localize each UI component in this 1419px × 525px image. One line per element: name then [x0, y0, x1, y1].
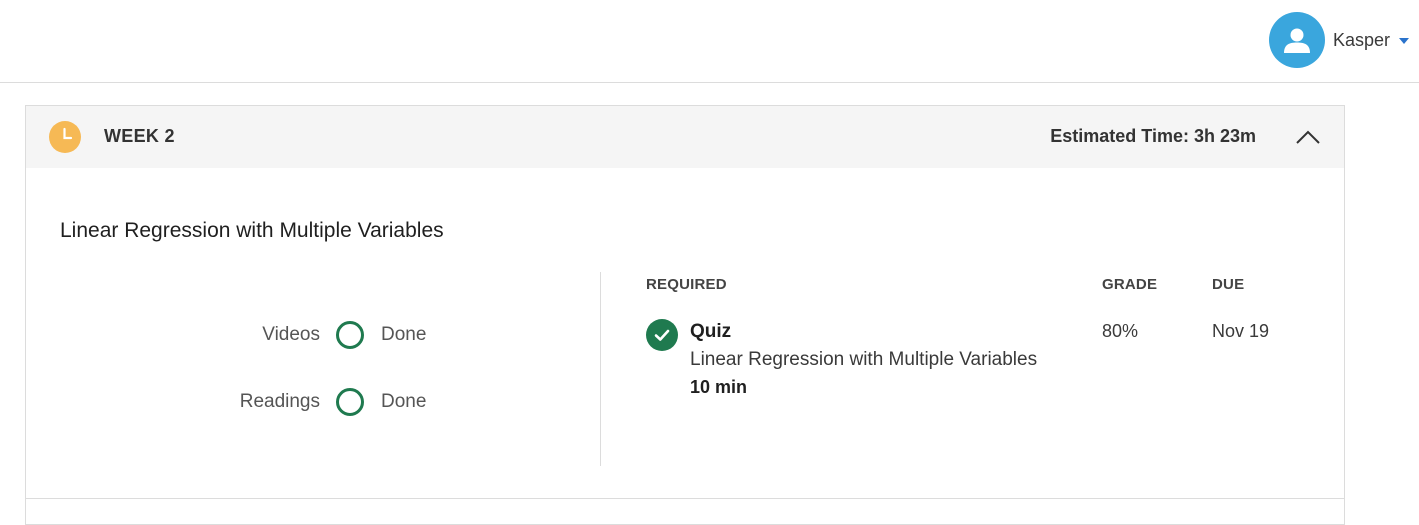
progress-label: Videos [262, 324, 320, 345]
progress-videos: Videos Done [220, 320, 426, 350]
progress-status: Done [381, 391, 427, 412]
chevron-up-icon[interactable] [1294, 124, 1322, 152]
clock-icon [49, 121, 81, 153]
assignment-grade: 80% [1102, 321, 1139, 341]
week-card: WEEK 2 Estimated Time: 3h 23m Linear Reg… [25, 105, 1345, 525]
progress-ring-icon [336, 388, 364, 416]
caret-down-icon[interactable] [1399, 38, 1409, 44]
section-divider [26, 498, 1344, 499]
user-name[interactable]: Kasper [1333, 30, 1390, 51]
due-header: DUE [1212, 276, 1245, 293]
progress-readings: Readings Done [220, 387, 426, 417]
assignment-due: Nov 19 [1212, 321, 1270, 341]
lesson-title[interactable]: Linear Regression with Multiple Variable… [60, 219, 444, 243]
progress-status: Done [381, 324, 427, 345]
completed-check-icon [646, 319, 678, 351]
assignment-type: Quiz [690, 321, 732, 342]
assignment-link[interactable]: Linear Regression with Multiple Variable… [690, 349, 1037, 371]
assignment-duration: 10 min [690, 377, 748, 397]
grade-header: GRADE [1102, 276, 1158, 293]
top-nav-bar: Kasper [0, 0, 1419, 83]
user-avatar-icon[interactable] [1268, 12, 1325, 68]
week-label: WEEK 2 [104, 126, 175, 146]
user-menu[interactable]: Kasper [1268, 12, 1409, 68]
week-header[interactable]: WEEK 2 Estimated Time: 3h 23m [26, 106, 1344, 168]
progress-ring-icon [336, 321, 364, 349]
progress-label: Readings [239, 391, 320, 412]
column-divider [600, 272, 601, 466]
required-header: REQUIRED [646, 276, 727, 293]
estimated-time: Estimated Time: 3h 23m [1050, 126, 1256, 146]
